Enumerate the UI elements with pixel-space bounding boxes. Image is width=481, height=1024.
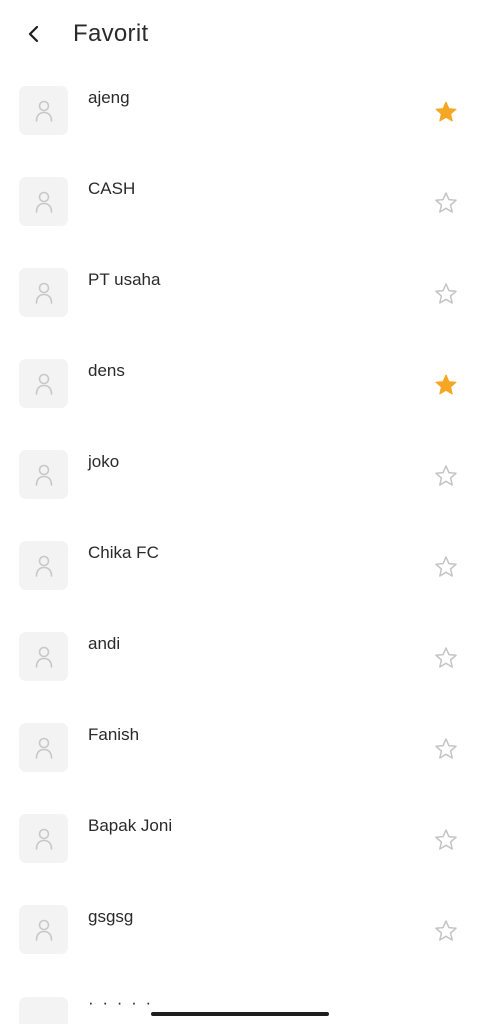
contact-name: CASH xyxy=(88,179,136,198)
contact-name: ajeng xyxy=(88,88,130,107)
contact-name: joko xyxy=(88,452,120,471)
app-header: Favorit xyxy=(0,0,481,68)
page-title: Favorit xyxy=(73,20,149,47)
user-icon xyxy=(35,646,52,668)
star-outline-icon xyxy=(435,465,457,486)
star-filled-icon xyxy=(435,101,457,122)
avatar xyxy=(19,997,68,1024)
avatar xyxy=(19,632,68,681)
favorite-list-item[interactable]: Bapak Joni xyxy=(0,814,481,905)
chevron-left-icon xyxy=(28,25,39,43)
favorite-toggle[interactable] xyxy=(433,190,459,216)
avatar xyxy=(19,268,68,317)
favorite-list-item-partial[interactable]: · · · · · xyxy=(0,997,481,1024)
user-icon xyxy=(35,828,52,850)
avatar xyxy=(19,905,68,954)
user-icon xyxy=(35,555,52,577)
user-icon xyxy=(35,919,52,941)
avatar xyxy=(19,541,68,590)
star-outline-icon xyxy=(435,829,457,850)
favorite-list-item[interactable]: CASH xyxy=(0,177,481,268)
favorite-list-item[interactable]: ajeng xyxy=(0,86,481,177)
avatar xyxy=(19,723,68,772)
contact-name: dens xyxy=(88,361,125,380)
favorite-list-item[interactable]: Chika FC xyxy=(0,541,481,632)
avatar xyxy=(19,177,68,226)
favorite-toggle[interactable] xyxy=(433,372,459,398)
favorite-list-item[interactable]: PT usaha xyxy=(0,268,481,359)
star-outline-icon xyxy=(435,192,457,213)
favorite-toggle[interactable] xyxy=(433,827,459,853)
user-icon xyxy=(35,282,52,304)
favorite-list-item[interactable]: joko xyxy=(0,450,481,541)
avatar xyxy=(19,359,68,408)
avatar xyxy=(19,814,68,863)
star-filled-icon xyxy=(435,374,457,395)
favorite-toggle[interactable] xyxy=(433,736,459,762)
user-icon xyxy=(35,373,52,395)
favorite-toggle[interactable] xyxy=(433,281,459,307)
contact-name: gsgsg xyxy=(88,907,134,926)
contact-name: Bapak Joni xyxy=(88,816,173,835)
star-outline-icon xyxy=(435,738,457,759)
contact-name: Chika FC xyxy=(88,543,159,562)
star-outline-icon xyxy=(435,556,457,577)
favorite-toggle[interactable] xyxy=(433,918,459,944)
favorite-toggle[interactable] xyxy=(433,554,459,580)
back-button[interactable] xyxy=(18,18,50,50)
contact-name: · · · · · xyxy=(88,997,154,1012)
avatar xyxy=(19,86,68,135)
favorite-toggle[interactable] xyxy=(433,99,459,125)
star-outline-icon xyxy=(435,647,457,668)
favorite-toggle[interactable] xyxy=(433,463,459,489)
star-outline-icon xyxy=(435,283,457,304)
contact-name: PT usaha xyxy=(88,270,161,289)
contact-name: andi xyxy=(88,634,121,653)
favorite-toggle[interactable] xyxy=(433,645,459,671)
star-outline-icon xyxy=(435,920,457,941)
user-icon xyxy=(35,191,52,213)
contact-name: Fanish xyxy=(88,725,140,744)
home-indicator[interactable] xyxy=(151,1012,329,1016)
avatar xyxy=(19,450,68,499)
favorite-list-item[interactable]: Fanish xyxy=(0,723,481,814)
user-icon xyxy=(35,464,52,486)
favorite-list-item[interactable]: gsgsg xyxy=(0,905,481,996)
favorite-list-item[interactable]: dens xyxy=(0,359,481,450)
user-icon xyxy=(35,737,52,759)
user-icon xyxy=(35,100,52,122)
favorite-list-item[interactable]: andi xyxy=(0,632,481,723)
